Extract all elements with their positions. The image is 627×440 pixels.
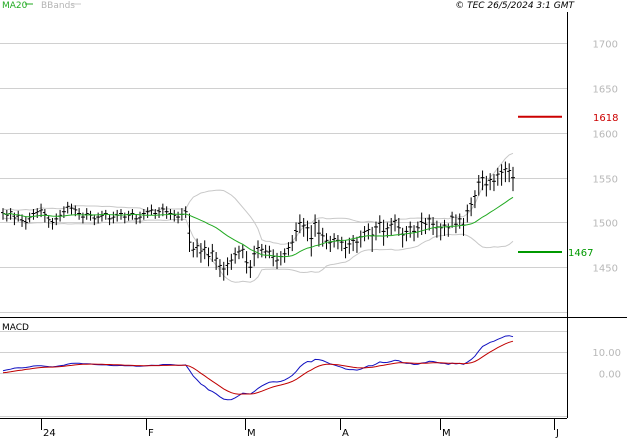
- macd-lines: [2, 335, 514, 401]
- support-level-label: 1467: [568, 248, 593, 259]
- macd-y-axis: 0.00 10.00: [592, 348, 621, 380]
- macd-line: [2, 335, 514, 401]
- copyright-text: © TEC 26/5/2024 3:1 GMT: [455, 1, 575, 11]
- price-tick-label: 1500: [593, 219, 618, 230]
- x-axis: 24 F M A M J: [41, 418, 559, 439]
- x-tick-label: M: [247, 428, 256, 439]
- price-tick-label: 1700: [593, 40, 618, 51]
- price-panel: 1618 1467 1450 1500 1550 1600 1650 1700: [0, 40, 618, 313]
- x-tick-label: M: [442, 428, 451, 439]
- price-tick-label: 1550: [593, 175, 618, 186]
- x-tick-label: 24: [43, 428, 56, 439]
- price-y-axis: 1450 1500 1550 1600 1650 1700: [593, 40, 618, 275]
- macd-tick-label: 10.00: [592, 348, 621, 359]
- price-tick-label: 1450: [593, 264, 618, 275]
- x-tick-label: A: [342, 428, 349, 439]
- macd-panel: MACD 0.0010.00: [0, 323, 621, 417]
- macd-gridlines: [0, 331, 567, 417]
- price-ohlc-series: [1, 161, 515, 281]
- resistance-level-label: 1618: [593, 113, 618, 124]
- bbands-legend-label: BBands: [41, 1, 75, 11]
- ma-legend-label: MA20: [2, 1, 28, 11]
- price-tick-label: 1600: [593, 130, 618, 141]
- x-tick-label: J: [555, 428, 559, 439]
- macd-tick-label: 0.00: [599, 369, 621, 380]
- stock-chart: MA20 BBands © TEC 26/5/2024 3:1 GMT 1618…: [0, 1, 627, 439]
- macd-signal-line: [2, 340, 514, 395]
- price-tick-label: 1650: [593, 85, 618, 96]
- x-tick-label: F: [148, 428, 154, 439]
